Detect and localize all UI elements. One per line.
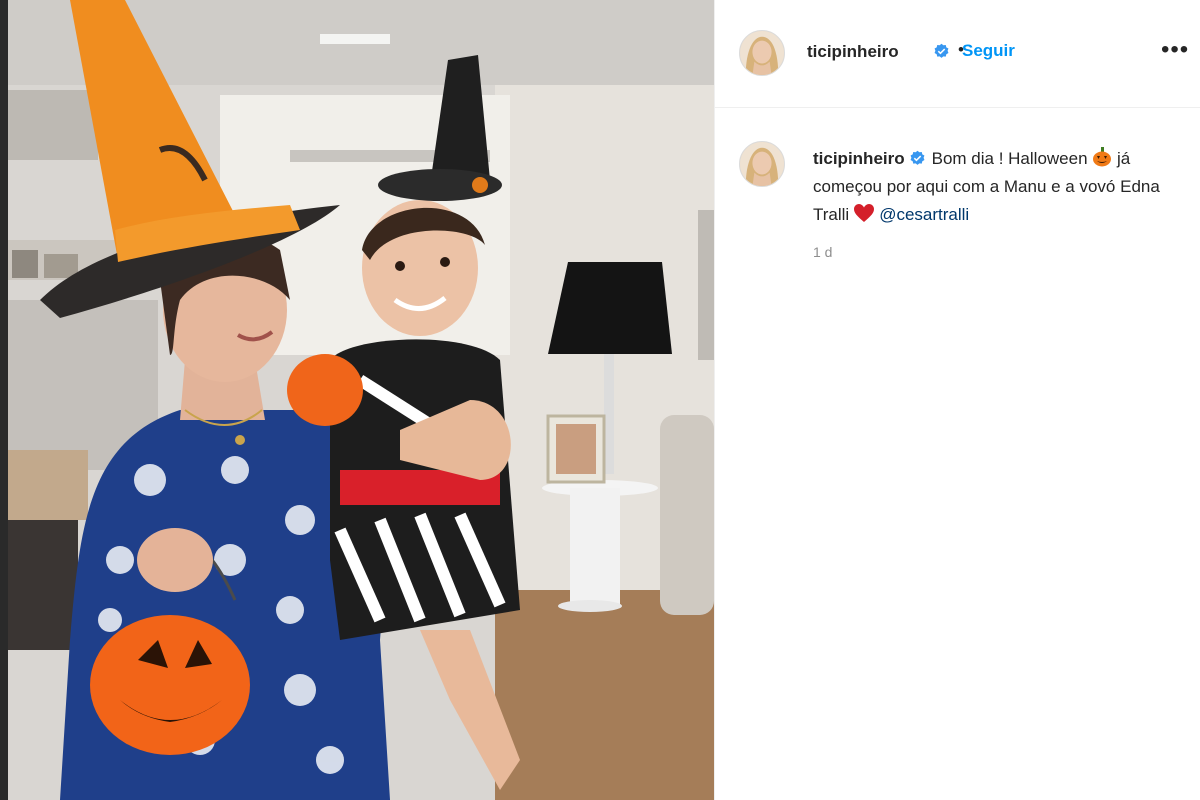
red-heart-emoji-icon xyxy=(854,204,875,222)
verified-badge-icon xyxy=(933,43,950,62)
caption-text-part1: Bom dia ! Halloween xyxy=(931,149,1088,168)
profile-avatar[interactable] xyxy=(739,30,785,76)
caption-avatar[interactable] xyxy=(739,141,785,187)
avatar-image xyxy=(740,142,784,186)
post-side-panel: ticipinheiro • Seguir ••• ticipinheiro B… xyxy=(714,0,1200,800)
more-options-icon[interactable]: ••• xyxy=(1161,38,1189,62)
previous-post-edge xyxy=(0,0,8,800)
post-header: ticipinheiro • Seguir ••• xyxy=(715,0,1200,108)
header-username[interactable]: ticipinheiro xyxy=(807,42,899,62)
follow-button[interactable]: Seguir xyxy=(962,41,1015,61)
mention-link[interactable]: @cesartralli xyxy=(879,205,969,224)
jack-o-lantern-emoji-icon xyxy=(1093,147,1112,167)
post-photo[interactable] xyxy=(0,0,714,800)
post-photo-image xyxy=(0,0,714,800)
caption-username[interactable]: ticipinheiro xyxy=(813,149,905,168)
caption-text: ticipinheiro Bom dia ! Halloween já come… xyxy=(813,145,1173,229)
verified-badge-icon xyxy=(910,150,925,165)
post-timestamp[interactable]: 1 d xyxy=(813,244,832,260)
avatar-image xyxy=(740,31,784,75)
